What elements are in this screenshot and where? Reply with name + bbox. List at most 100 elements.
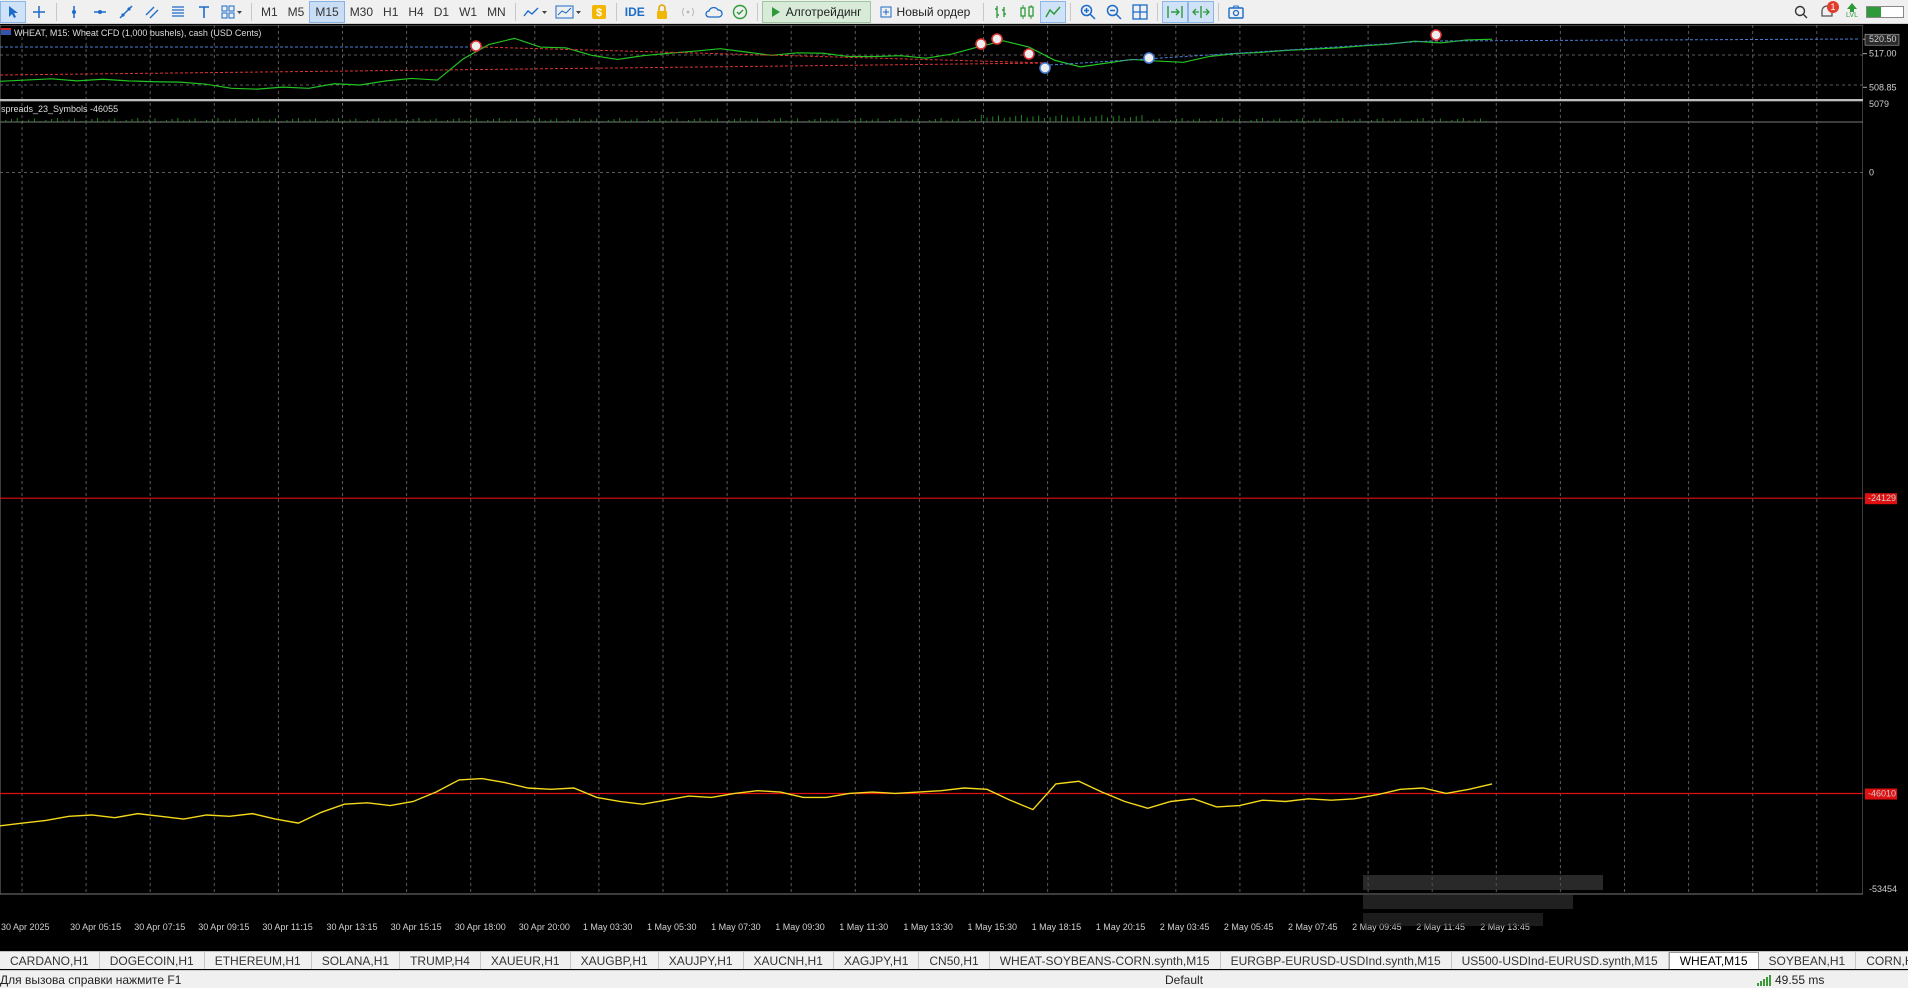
horizontal-line-tool-icon[interactable] bbox=[87, 1, 113, 23]
price-panel-title: WHEAT, M15: Wheat CFD (1,000 bushels), c… bbox=[14, 28, 261, 38]
time-axis-label: 30 Apr 09:15 bbox=[198, 922, 249, 932]
chart-tab[interactable]: SOYBEAN,H1 bbox=[1759, 952, 1857, 969]
status-bar: Для вызова справки нажмите F1 Default 49… bbox=[0, 970, 1908, 988]
chart-tab[interactable]: SOLANA,H1 bbox=[312, 952, 401, 969]
chart-tab[interactable]: XAUGBP,H1 bbox=[571, 952, 659, 969]
time-axis-label: 2 May 05:45 bbox=[1224, 922, 1274, 932]
chart-tab[interactable]: EURGBP-EURUSD-USDInd.synth,M15 bbox=[1221, 952, 1452, 969]
line-chart-icon[interactable] bbox=[1040, 0, 1067, 23]
chart-tab[interactable]: CN50,H1 bbox=[919, 952, 990, 969]
tile-windows-icon[interactable] bbox=[1127, 1, 1153, 23]
trade-marker-icon[interactable] bbox=[470, 40, 482, 52]
new-order-button[interactable]: Новый ордер bbox=[871, 1, 980, 23]
search-icon[interactable] bbox=[1788, 1, 1814, 23]
bar-chart-icon[interactable] bbox=[988, 1, 1014, 23]
chart-tab[interactable]: XAGJPY,H1 bbox=[834, 952, 920, 969]
main-toolbar: M1 M5 M15 M30 H1 H4 D1 W1 MN $ IDE Алготрейдинг bbox=[0, 0, 1908, 24]
timeframe-m1[interactable]: M1 bbox=[256, 1, 283, 23]
crosshair-tool-icon[interactable] bbox=[26, 1, 52, 23]
cursor-tool-icon[interactable] bbox=[0, 0, 26, 23]
trade-dashed-line[interactable] bbox=[0, 62, 1051, 76]
chart-window[interactable]: 520.50 517.00 508.85 5079 0 -53454 -24129 -4601… bbox=[0, 25, 1908, 932]
chart-tab[interactable]: CARDANO,H1 bbox=[0, 952, 100, 969]
chart-tab[interactable]: ETHEREUM,H1 bbox=[205, 952, 312, 969]
chart-tab[interactable]: US500-USDInd-EURUSD.synth,M15 bbox=[1452, 952, 1669, 969]
toolbar-separator bbox=[56, 2, 57, 21]
dollar-icon[interactable]: $ bbox=[586, 1, 612, 23]
chart-shift-icon[interactable] bbox=[1188, 0, 1215, 23]
chart-tab[interactable]: DOGECOIN,H1 bbox=[100, 952, 205, 969]
shapes-tool-icon[interactable] bbox=[217, 1, 247, 23]
timeframe-mn[interactable]: MN bbox=[482, 1, 511, 23]
candlestick-icon[interactable] bbox=[1014, 1, 1040, 23]
time-axis-label: 30 Apr 15:15 bbox=[391, 922, 442, 932]
indicator-axis-label: 5079 bbox=[1869, 99, 1889, 109]
market-icon[interactable] bbox=[727, 1, 753, 23]
chart-tab[interactable]: WHEAT-SOYBEANS-CORN.synth,M15 bbox=[990, 952, 1221, 969]
trade-marker-icon[interactable] bbox=[975, 38, 987, 50]
time-axis-label: 30 Apr 07:15 bbox=[134, 922, 185, 932]
toolbar-separator bbox=[615, 2, 617, 21]
timeframe-group: M1 M5 M15 M30 H1 H4 D1 W1 MN bbox=[256, 0, 511, 23]
zoom-in-icon[interactable] bbox=[1075, 1, 1101, 23]
indicators-icon[interactable] bbox=[552, 1, 586, 23]
status-profile[interactable]: Default bbox=[1165, 973, 1203, 987]
trade-dashed-line[interactable] bbox=[1429, 38, 1861, 42]
toolbar-separator bbox=[756, 2, 758, 21]
time-axis-label: 30 Apr 11:15 bbox=[262, 922, 312, 932]
cloud-icon[interactable] bbox=[701, 1, 727, 23]
level-value-label: -46010 bbox=[1868, 789, 1896, 799]
chart-tab[interactable]: WHEAT,M15 bbox=[1668, 952, 1759, 969]
channel-tool-icon[interactable] bbox=[139, 1, 165, 23]
level-indicator[interactable]: LVL bbox=[1840, 1, 1864, 23]
time-axis-label: 1 May 03:30 bbox=[583, 922, 633, 932]
fibonacci-tool-icon[interactable] bbox=[165, 1, 191, 23]
screenshot-icon[interactable] bbox=[1223, 1, 1249, 23]
trade-marker-icon[interactable] bbox=[1039, 62, 1051, 74]
algotrading-button[interactable]: Алготрейдинг bbox=[761, 0, 871, 23]
timeframe-h1[interactable]: H1 bbox=[378, 1, 403, 23]
trading-terminal: M1 M5 M15 M30 H1 H4 D1 W1 MN $ IDE Алготрейдинг bbox=[0, 0, 1908, 988]
notifications-icon[interactable]: 1 bbox=[1814, 0, 1840, 23]
text-tool-icon[interactable] bbox=[191, 1, 217, 23]
autoscroll-icon[interactable] bbox=[1162, 0, 1189, 23]
trade-marker-icon[interactable] bbox=[1430, 29, 1442, 41]
chart-canvas[interactable]: 520.50 517.00 508.85 5079 0 -53454 -24129 -4601… bbox=[0, 25, 1908, 932]
toolbar-separator bbox=[983, 2, 985, 21]
chart-tab[interactable]: XAUEUR,H1 bbox=[481, 952, 571, 969]
lock-icon[interactable] bbox=[649, 1, 675, 23]
timeframe-h4[interactable]: H4 bbox=[403, 1, 428, 23]
ide-button[interactable]: IDE bbox=[621, 1, 649, 23]
chart-tab[interactable]: XAUCNH,H1 bbox=[744, 952, 834, 969]
timeframe-m30[interactable]: M30 bbox=[345, 1, 378, 23]
level-progress-bar bbox=[1866, 5, 1904, 18]
timeframe-d1[interactable]: D1 bbox=[429, 1, 454, 23]
signal-broadcast-icon[interactable] bbox=[675, 1, 701, 23]
chart-type-icon[interactable] bbox=[520, 1, 552, 23]
price-axis-label: 508.85 bbox=[1869, 82, 1897, 92]
level-progress-fill bbox=[1867, 6, 1882, 17]
timeframe-w1[interactable]: W1 bbox=[454, 1, 482, 23]
blurred-watermark bbox=[1363, 875, 1603, 926]
plus-document-icon bbox=[880, 6, 892, 17]
status-ping[interactable]: 49.55 ms bbox=[1775, 973, 1824, 987]
vertical-line-tool-icon[interactable] bbox=[61, 1, 87, 23]
timeframe-m5[interactable]: M5 bbox=[283, 1, 310, 23]
indicator-panel bbox=[0, 172, 1863, 827]
timeframe-m15[interactable]: M15 bbox=[309, 0, 345, 23]
level-value-label: -24129 bbox=[1868, 493, 1896, 503]
price-series-line[interactable] bbox=[0, 37, 1493, 90]
trade-marker-icon[interactable] bbox=[1143, 52, 1155, 64]
indicator-series-line[interactable] bbox=[0, 777, 1493, 827]
chart-tab[interactable]: CORN,H1 bbox=[1856, 952, 1908, 969]
time-axis-label: 1 May 20:15 bbox=[1096, 922, 1146, 932]
price-panel bbox=[0, 29, 1861, 122]
chart-tab[interactable]: TRUMP,H4 bbox=[400, 952, 481, 969]
toolbar-separator bbox=[251, 2, 252, 21]
trade-marker-icon[interactable] bbox=[1023, 48, 1035, 60]
time-axis-label: 30 Apr 2025 bbox=[1, 922, 50, 932]
trendline-tool-icon[interactable] bbox=[113, 1, 139, 23]
zoom-out-icon[interactable] bbox=[1101, 1, 1127, 23]
trade-marker-icon[interactable] bbox=[991, 33, 1003, 45]
chart-tab[interactable]: XAUJPY,H1 bbox=[659, 952, 744, 969]
